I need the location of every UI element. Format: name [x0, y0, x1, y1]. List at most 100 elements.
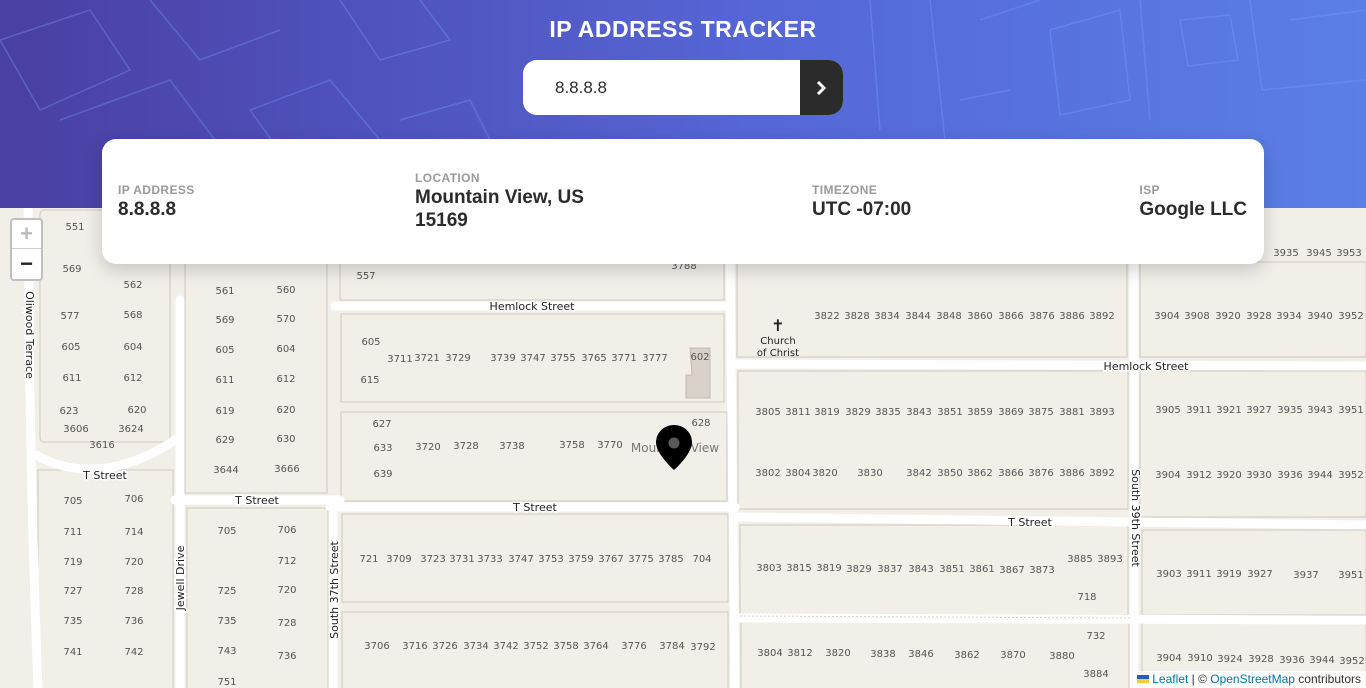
svg-text:711: 711: [63, 527, 82, 538]
street-label: Jewell Drive: [174, 545, 187, 611]
svg-text:3952: 3952: [1338, 470, 1363, 481]
svg-text:3851: 3851: [937, 407, 962, 418]
svg-text:3785: 3785: [658, 554, 683, 565]
svg-text:3811: 3811: [785, 407, 810, 418]
page-title: IP ADDRESS TRACKER: [549, 16, 817, 42]
location-pin-icon[interactable]: [656, 425, 692, 475]
attribution-suffix: contributors: [1294, 672, 1361, 686]
svg-text:3775: 3775: [628, 554, 653, 565]
svg-text:3828: 3828: [844, 311, 869, 322]
svg-text:3927: 3927: [1247, 569, 1272, 580]
svg-text:3875: 3875: [1028, 407, 1053, 418]
svg-text:3848: 3848: [936, 311, 961, 322]
svg-text:3904: 3904: [1156, 653, 1181, 664]
svg-text:3742: 3742: [493, 641, 518, 652]
svg-text:3723: 3723: [420, 554, 445, 565]
svg-text:3919: 3919: [1216, 569, 1241, 580]
svg-text:611: 611: [215, 375, 234, 386]
timezone-label: TIMEZONE: [812, 183, 878, 197]
svg-text:720: 720: [124, 557, 143, 568]
svg-text:3885: 3885: [1067, 554, 1092, 565]
svg-text:3805: 3805: [755, 407, 780, 418]
ip-search-input[interactable]: [523, 60, 800, 115]
svg-text:3953: 3953: [1336, 248, 1361, 259]
timezone-value: UTC -07:00: [812, 199, 912, 220]
svg-text:741: 741: [63, 647, 82, 658]
svg-text:612: 612: [123, 373, 142, 384]
svg-text:3804: 3804: [757, 648, 782, 659]
svg-text:3873: 3873: [1029, 565, 1054, 576]
ip-address-value: 8.8.8.8: [118, 199, 177, 220]
svg-text:3734: 3734: [463, 641, 488, 652]
svg-text:3616: 3616: [89, 440, 114, 451]
svg-text:3838: 3838: [870, 649, 895, 660]
svg-text:551: 551: [65, 222, 84, 233]
svg-text:751: 751: [217, 677, 236, 688]
svg-text:3624: 3624: [118, 424, 143, 435]
svg-text:3820: 3820: [812, 468, 837, 479]
map-attribution: Leaflet | © OpenStreetMap contributors: [1132, 671, 1366, 688]
svg-text:3911: 3911: [1186, 405, 1211, 416]
svg-text:736: 736: [124, 616, 143, 627]
leaflet-link[interactable]: Leaflet: [1152, 672, 1188, 686]
street-label: T Street: [82, 469, 127, 482]
svg-text:3928: 3928: [1248, 654, 1273, 665]
svg-text:3803: 3803: [756, 563, 781, 574]
svg-text:706: 706: [124, 494, 143, 505]
svg-text:3843: 3843: [906, 407, 931, 418]
svg-text:3860: 3860: [967, 311, 992, 322]
svg-text:3812: 3812: [787, 648, 812, 659]
svg-text:743: 743: [217, 646, 236, 657]
street-label: T Street: [234, 494, 279, 507]
search-submit-button[interactable]: [800, 60, 843, 115]
svg-text:633: 633: [373, 443, 392, 454]
svg-text:3819: 3819: [814, 407, 839, 418]
svg-text:569: 569: [215, 315, 234, 326]
zoom-control: + −: [10, 218, 43, 281]
svg-text:3892: 3892: [1089, 311, 1114, 322]
svg-text:570: 570: [276, 314, 295, 325]
poi-label: Church: [760, 336, 795, 347]
zoom-out-button[interactable]: −: [12, 249, 41, 278]
svg-text:3606: 3606: [63, 424, 88, 435]
svg-text:3937: 3937: [1293, 570, 1318, 581]
svg-text:561: 561: [215, 286, 234, 297]
svg-text:3835: 3835: [875, 407, 900, 418]
flag-icon: [1137, 675, 1150, 683]
svg-text:3908: 3908: [1184, 311, 1209, 322]
svg-text:728: 728: [277, 618, 296, 629]
ip-info: IP ADDRESS 8.8.8.8: [118, 183, 195, 221]
svg-text:3755: 3755: [550, 353, 575, 364]
svg-text:3911: 3911: [1186, 569, 1211, 580]
svg-text:3721: 3721: [414, 353, 439, 364]
svg-text:3862: 3862: [967, 468, 992, 479]
svg-text:732: 732: [1086, 631, 1105, 642]
svg-text:718: 718: [1077, 592, 1096, 603]
svg-text:3920: 3920: [1215, 311, 1240, 322]
svg-text:629: 629: [215, 435, 234, 446]
svg-text:605: 605: [215, 345, 234, 356]
svg-text:3930: 3930: [1246, 470, 1271, 481]
svg-text:605: 605: [361, 337, 380, 348]
isp-info: ISP Google LLC: [1139, 183, 1247, 221]
isp-label: ISP: [1139, 183, 1160, 197]
svg-text:705: 705: [63, 496, 82, 507]
chevron-right-icon: [816, 80, 827, 95]
svg-text:719: 719: [63, 557, 82, 568]
street-label: T Street: [1007, 516, 1052, 529]
svg-text:3870: 3870: [1000, 650, 1025, 661]
svg-text:619: 619: [215, 406, 234, 417]
svg-text:3876: 3876: [1028, 468, 1053, 479]
svg-text:3720: 3720: [415, 442, 440, 453]
svg-text:3893: 3893: [1089, 407, 1114, 418]
svg-text:562: 562: [123, 280, 142, 291]
street-label: Hemlock Street: [490, 300, 576, 313]
svg-text:3830: 3830: [857, 468, 882, 479]
osm-link[interactable]: OpenStreetMap: [1210, 672, 1295, 686]
svg-text:3819: 3819: [816, 563, 841, 574]
svg-text:3905: 3905: [1155, 405, 1180, 416]
svg-text:3644: 3644: [213, 465, 238, 476]
street-label: Oliwood Terrace: [23, 291, 36, 379]
zoom-in-button[interactable]: +: [12, 220, 41, 249]
svg-text:742: 742: [124, 647, 143, 658]
